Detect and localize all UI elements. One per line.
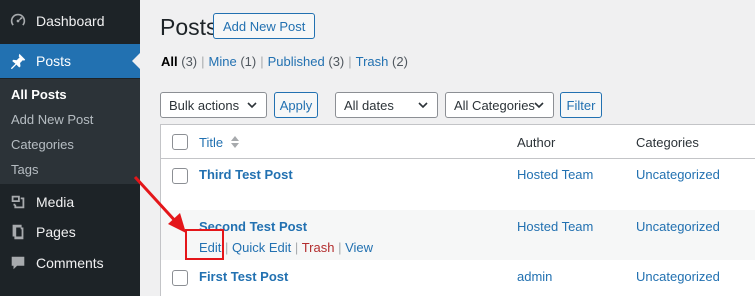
table-row: Second Test Post Hosted Team Uncategoriz… (161, 210, 755, 260)
filter-button[interactable]: Filter (560, 92, 602, 118)
filter-published-count: (3) (328, 54, 345, 69)
dashboard-icon (8, 11, 28, 31)
add-new-post-button[interactable]: Add New Post (213, 13, 316, 39)
menu-pages[interactable]: Pages (0, 215, 140, 249)
trash-link[interactable]: Trash (302, 240, 335, 255)
filter-published-label: Published (267, 54, 325, 69)
posts-submenu: All Posts Add New Post Categories Tags (0, 79, 140, 184)
sort-icon (230, 136, 239, 148)
quick-edit-link[interactable]: Quick Edit (232, 240, 291, 255)
categories-select[interactable]: All Categories (445, 92, 554, 118)
submenu-categories[interactable]: Categories (11, 137, 74, 152)
post-title-link[interactable]: Third Test Post (199, 167, 293, 182)
filter-trash-link[interactable]: Trash (2) (356, 54, 408, 69)
filter-trash-count: (2) (392, 54, 408, 69)
column-author: Author (517, 135, 556, 150)
post-author-link[interactable]: Hosted Team (517, 167, 593, 182)
posts-table: Title Author Categories Third Test Post … (160, 124, 755, 296)
menu-posts[interactable]: Posts (0, 44, 140, 78)
chevron-down-icon (418, 102, 428, 109)
admin-sidebar: Dashboard Posts All Posts Add New Post C… (0, 0, 140, 296)
bulk-actions-value: Bulk actions (169, 97, 240, 113)
menu-pages-label: Pages (36, 224, 76, 240)
row-actions: Edit | Quick Edit | Trash | View (199, 240, 373, 255)
row-checkbox[interactable] (172, 168, 188, 184)
categories-value: All Categories (454, 97, 535, 113)
pages-icon (8, 222, 28, 242)
table-row: First Test Post admin Uncategorized (161, 260, 755, 296)
submenu-add-new-post[interactable]: Add New Post (11, 112, 93, 127)
post-category-link[interactable]: Uncategorized (636, 167, 720, 182)
apply-button[interactable]: Apply (274, 92, 318, 118)
post-author-link[interactable]: admin (517, 269, 552, 284)
menu-posts-label: Posts (36, 53, 72, 69)
filter-all-count: (3) (181, 54, 198, 69)
row-action-separator: | (338, 240, 342, 255)
media-icon (8, 192, 28, 212)
post-category-link[interactable]: Uncategorized (636, 269, 720, 284)
select-all-checkbox[interactable] (172, 134, 188, 150)
table-header: Title Author Categories (161, 125, 755, 159)
filter-all-label: All (161, 54, 178, 69)
menu-dashboard[interactable]: Dashboard (0, 4, 140, 38)
menu-comments-label: Comments (36, 255, 104, 271)
row-action-separator: | (294, 240, 299, 255)
column-title-label: Title (199, 135, 224, 150)
filter-all-link[interactable]: All (3) (161, 54, 197, 69)
filter-separator: | (348, 54, 352, 69)
edit-highlight-box (185, 229, 224, 260)
chevron-down-icon (534, 102, 544, 109)
filter-trash-label: Trash (355, 54, 389, 69)
post-category-link[interactable]: Uncategorized (636, 219, 720, 234)
post-author-link[interactable]: Hosted Team (517, 219, 593, 234)
view-link[interactable]: View (345, 240, 373, 255)
filter-mine-label: Mine (208, 54, 237, 69)
menu-media[interactable]: Media (0, 185, 140, 219)
page-title: Posts (160, 14, 218, 40)
filter-mine-count: (1) (240, 54, 257, 69)
chevron-down-icon (247, 102, 257, 109)
row-action-separator: | (225, 240, 229, 255)
menu-dashboard-label: Dashboard (36, 13, 105, 29)
column-title[interactable]: Title (199, 135, 240, 150)
table-row: Third Test Post Hosted Team Uncategorize… (161, 160, 755, 210)
filter-mine-link[interactable]: Mine (1) (209, 54, 257, 69)
pushpin-icon (8, 51, 28, 71)
submenu-tags[interactable]: Tags (11, 162, 38, 177)
dates-select[interactable]: All dates (335, 92, 438, 118)
filter-separator: | (201, 54, 205, 69)
column-categories: Categories (636, 135, 699, 150)
filter-separator: | (260, 54, 264, 69)
menu-media-label: Media (36, 194, 75, 210)
submenu-all-posts[interactable]: All Posts (11, 87, 67, 102)
row-checkbox[interactable] (172, 270, 188, 286)
dates-value: All dates (344, 97, 394, 113)
status-filter-links: All (3) | Mine (1) | Published (3) | Trash (2) (161, 54, 408, 69)
filter-published-link[interactable]: Published (3) (268, 54, 345, 69)
menu-comments[interactable]: Comments (0, 246, 140, 280)
bulk-actions-select[interactable]: Bulk actions (160, 92, 267, 118)
comments-icon (8, 253, 28, 273)
post-title-link[interactable]: First Test Post (199, 269, 288, 284)
